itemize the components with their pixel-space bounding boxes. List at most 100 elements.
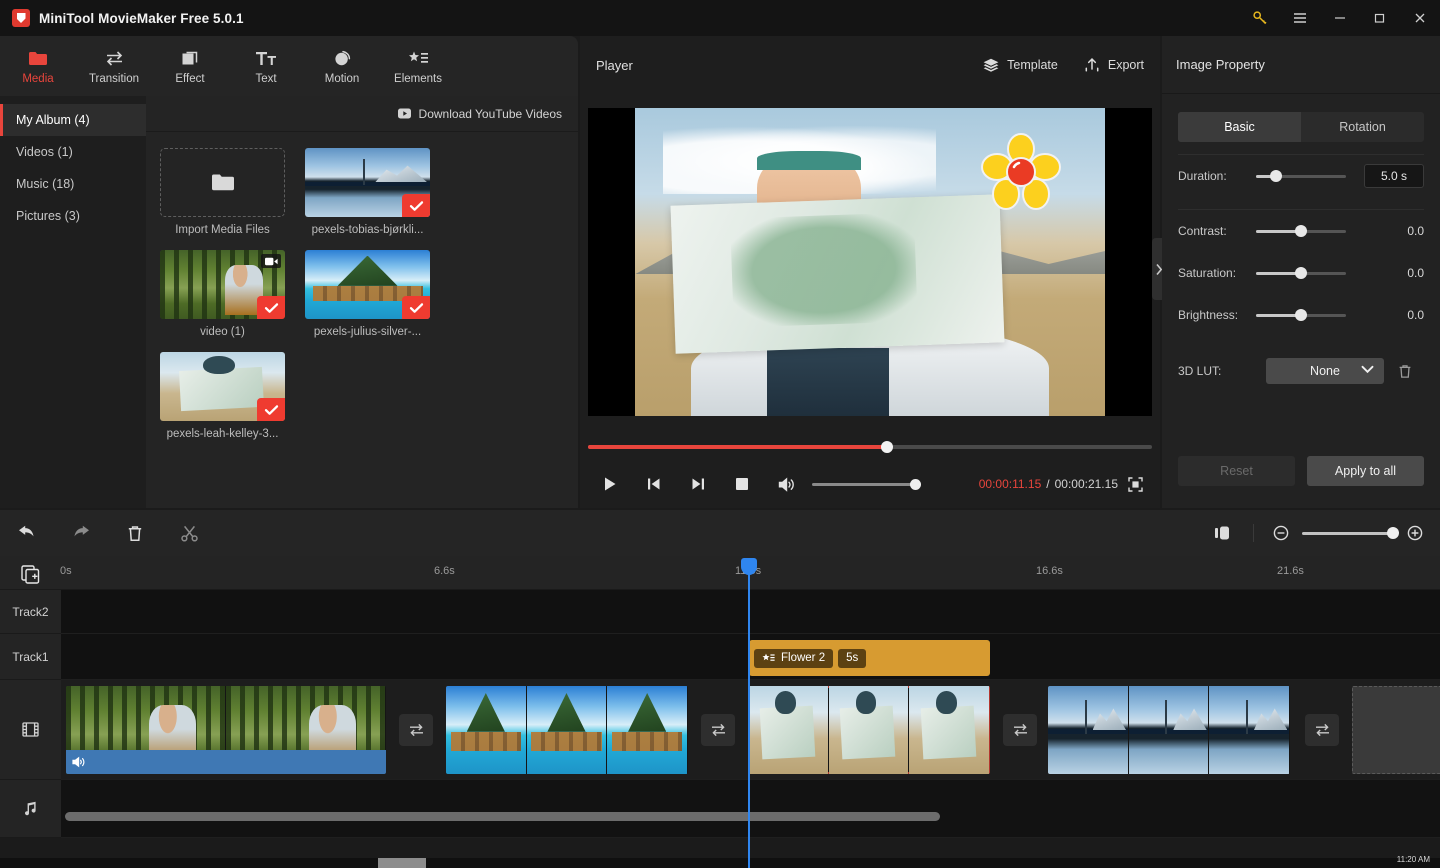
stop-icon[interactable] bbox=[720, 468, 764, 500]
playhead[interactable] bbox=[748, 570, 750, 868]
seek-handle[interactable] bbox=[881, 441, 893, 453]
trash-icon[interactable] bbox=[1398, 364, 1412, 379]
chevron-down-icon bbox=[1361, 365, 1374, 374]
saturation-slider[interactable] bbox=[1256, 272, 1346, 275]
track1-header[interactable]: Track1 bbox=[0, 634, 61, 680]
duration-slider[interactable] bbox=[1256, 175, 1346, 178]
media-item[interactable]: video (1) bbox=[160, 250, 285, 338]
tool-motion[interactable]: Motion bbox=[304, 36, 380, 96]
zoom-in-button[interactable] bbox=[1404, 510, 1426, 556]
export-label: Export bbox=[1108, 58, 1144, 72]
add-track-icon[interactable] bbox=[18, 563, 42, 585]
tab-basic[interactable]: Basic bbox=[1178, 112, 1301, 142]
timeline-tracks: Track2 Track1 Flower 2 bbox=[0, 590, 1440, 838]
redo-button[interactable] bbox=[54, 510, 108, 556]
hamburger-menu-icon[interactable] bbox=[1280, 0, 1320, 36]
undo-button[interactable] bbox=[0, 510, 54, 556]
video-clip-3-selected[interactable] bbox=[748, 686, 990, 774]
fit-to-window-icon[interactable] bbox=[1207, 510, 1237, 556]
tool-media[interactable]: Media bbox=[0, 36, 76, 96]
media-thumbnail[interactable] bbox=[305, 148, 430, 217]
apply-to-all-button[interactable]: Apply to all bbox=[1307, 456, 1424, 486]
slider-handle[interactable] bbox=[1270, 170, 1282, 182]
video-preview-stage[interactable] bbox=[588, 108, 1152, 416]
import-media-cell[interactable]: Import Media Files bbox=[160, 148, 285, 236]
taskbar: 11:20 AM bbox=[0, 858, 1440, 868]
video-clip-5-partial[interactable] bbox=[1352, 686, 1440, 774]
tool-elements[interactable]: Elements bbox=[380, 36, 456, 96]
media-thumbnail[interactable] bbox=[160, 352, 285, 421]
key-icon[interactable] bbox=[1240, 0, 1280, 36]
media-item[interactable]: pexels-tobias-bjørkli... bbox=[305, 148, 430, 236]
brightness-slider[interactable] bbox=[1256, 314, 1346, 317]
reset-button[interactable]: Reset bbox=[1178, 456, 1295, 486]
timeline-ruler[interactable]: 0s 6.6s 11.6s 16.6s 21.6s bbox=[0, 556, 1440, 590]
zoom-slider-handle[interactable] bbox=[1387, 527, 1399, 539]
video-clip-4[interactable] bbox=[1048, 686, 1290, 774]
next-frame-icon[interactable] bbox=[676, 468, 720, 500]
timeline-scrollbar-track[interactable] bbox=[61, 812, 1440, 822]
property-row-brightness: Brightness: 0.0 bbox=[1178, 294, 1424, 336]
duration-value[interactable]: 5.0 s bbox=[1364, 164, 1424, 188]
volume-handle[interactable] bbox=[910, 479, 921, 490]
video-clip-2[interactable] bbox=[446, 686, 688, 774]
effect-clip-flower-2[interactable]: Flower 2 5s bbox=[749, 640, 990, 676]
transition-slot-4[interactable] bbox=[1305, 714, 1339, 746]
tool-transition[interactable]: Transition bbox=[76, 36, 152, 96]
flower-element-overlay[interactable] bbox=[979, 132, 1063, 212]
media-item[interactable]: pexels-leah-kelley-3... bbox=[160, 352, 285, 440]
zoom-out-button[interactable] bbox=[1270, 510, 1292, 556]
tab-rotation-label: Rotation bbox=[1339, 120, 1386, 134]
video-track-header[interactable] bbox=[0, 680, 61, 780]
slider-handle[interactable] bbox=[1295, 267, 1307, 279]
taskbar-item[interactable] bbox=[378, 858, 426, 868]
delete-button[interactable] bbox=[108, 510, 162, 556]
tab-rotation[interactable]: Rotation bbox=[1301, 112, 1424, 142]
sidebar-item-music[interactable]: Music (18) bbox=[0, 168, 146, 200]
media-thumbnail[interactable] bbox=[160, 250, 285, 319]
template-button[interactable]: Template bbox=[983, 58, 1058, 73]
media-item[interactable]: pexels-julius-silver-... bbox=[305, 250, 430, 338]
timeline-scrollbar-thumb[interactable] bbox=[65, 812, 940, 821]
download-youtube-videos-button[interactable]: Download YouTube Videos bbox=[398, 107, 562, 121]
track1-body[interactable]: Flower 2 5s bbox=[61, 634, 1440, 680]
transition-slot-2[interactable] bbox=[701, 714, 735, 746]
play-icon[interactable] bbox=[588, 468, 632, 500]
transition-slot-1[interactable] bbox=[399, 714, 433, 746]
timeline-zoom-slider[interactable] bbox=[1302, 532, 1394, 535]
video-track-body[interactable] bbox=[61, 680, 1440, 780]
minimize-icon[interactable] bbox=[1320, 0, 1360, 36]
volume-slider[interactable] bbox=[812, 483, 916, 486]
media-thumbnail[interactable] bbox=[305, 250, 430, 319]
element-star-icon bbox=[762, 653, 775, 663]
property-header: Image Property bbox=[1162, 36, 1440, 94]
player-seek-bar[interactable] bbox=[588, 438, 1152, 456]
import-media-dropzone[interactable] bbox=[160, 148, 285, 217]
lut-select[interactable]: None bbox=[1266, 358, 1384, 384]
maximize-icon[interactable] bbox=[1360, 0, 1400, 36]
video-badge-icon bbox=[261, 254, 281, 268]
contrast-slider[interactable] bbox=[1256, 230, 1346, 233]
sidebar-item-pictures[interactable]: Pictures (3) bbox=[0, 200, 146, 232]
close-icon[interactable] bbox=[1400, 0, 1440, 36]
transition-slot-3[interactable] bbox=[1003, 714, 1037, 746]
slider-handle[interactable] bbox=[1295, 225, 1307, 237]
previous-frame-icon[interactable] bbox=[632, 468, 676, 500]
fullscreen-icon[interactable] bbox=[1118, 468, 1152, 500]
star-list-icon bbox=[408, 47, 429, 69]
sidebar-item-my-album[interactable]: My Album (4) bbox=[0, 104, 146, 136]
tool-effect[interactable]: Effect bbox=[152, 36, 228, 96]
slider-handle[interactable] bbox=[1295, 309, 1307, 321]
video-clip-1[interactable] bbox=[66, 686, 386, 774]
split-button[interactable] bbox=[162, 510, 216, 556]
audio-track-body[interactable] bbox=[61, 780, 1440, 838]
audio-track-header[interactable] bbox=[0, 780, 61, 838]
track2-body[interactable] bbox=[61, 590, 1440, 634]
track2-header[interactable]: Track2 bbox=[0, 590, 61, 634]
sidebar-item-videos[interactable]: Videos (1) bbox=[0, 136, 146, 168]
export-button[interactable]: Export bbox=[1084, 57, 1144, 73]
playhead-handle[interactable] bbox=[741, 558, 757, 575]
tool-text[interactable]: Text bbox=[228, 36, 304, 96]
volume-icon[interactable] bbox=[764, 468, 808, 500]
time-separator: / bbox=[1046, 477, 1049, 491]
